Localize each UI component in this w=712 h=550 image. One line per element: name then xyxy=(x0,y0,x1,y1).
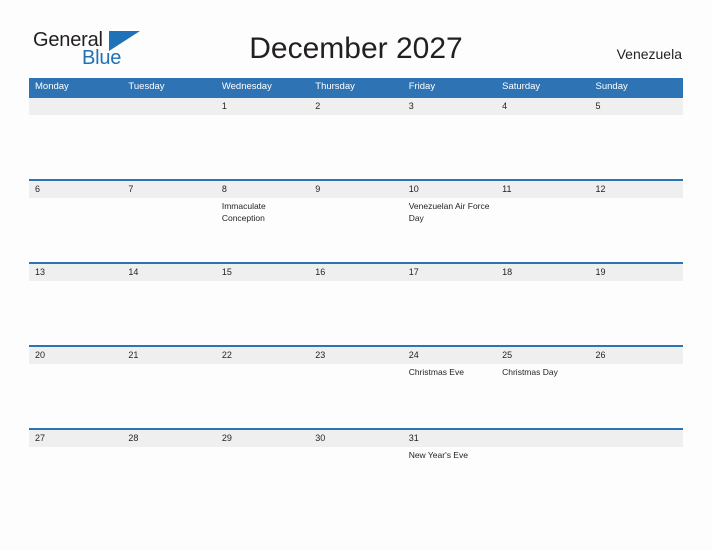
calendar-page: General Blue December 2027 Venezuela Mon… xyxy=(0,0,712,550)
day-number[interactable]: 25 xyxy=(496,347,589,364)
week-row: 20 21 22 23 24 25 26 Christmas Eve Chris… xyxy=(29,345,683,428)
day-event xyxy=(122,447,215,511)
week-event-band: Immaculate Conception Venezuelan Air For… xyxy=(29,198,683,262)
week-row: 13 14 15 16 17 18 19 xyxy=(29,262,683,345)
weekday-wednesday: Wednesday xyxy=(221,81,272,92)
day-event xyxy=(309,115,402,179)
day-number[interactable]: 17 xyxy=(403,264,496,281)
day-event xyxy=(309,364,402,428)
day-event xyxy=(403,115,496,179)
day-event xyxy=(496,447,589,511)
day-event xyxy=(496,115,589,179)
day-event xyxy=(122,364,215,428)
day-number[interactable]: 6 xyxy=(29,181,122,198)
day-event xyxy=(496,281,589,345)
day-number[interactable] xyxy=(496,430,589,447)
day-number[interactable]: 16 xyxy=(309,264,402,281)
week-event-band xyxy=(29,281,683,345)
day-number[interactable]: 8 xyxy=(216,181,309,198)
day-event xyxy=(403,281,496,345)
calendar-table: Monday Tuesday Wednesday Thursday Friday… xyxy=(29,78,683,511)
day-number[interactable]: 22 xyxy=(216,347,309,364)
day-event: New Year's Eve xyxy=(408,450,468,460)
day-number[interactable]: 19 xyxy=(590,264,683,281)
day-event xyxy=(29,115,122,179)
day-event xyxy=(590,364,683,428)
week-date-band: 20 21 22 23 24 25 26 xyxy=(29,347,683,364)
day-number[interactable]: 15 xyxy=(216,264,309,281)
day-number[interactable]: 31 xyxy=(403,430,496,447)
week-event-band: New Year's Eve xyxy=(29,447,683,511)
weekday-thursday: Thursday xyxy=(315,81,355,92)
week-event-band: Christmas Eve Christmas Day xyxy=(29,364,683,428)
day-event: Christmas Day xyxy=(502,367,558,377)
weekday-tuesday: Tuesday xyxy=(128,81,165,92)
week-row: 6 7 8 9 10 11 12 Immaculate Conception V… xyxy=(29,179,683,262)
day-number[interactable]: 2 xyxy=(309,98,402,115)
day-event xyxy=(29,447,122,511)
week-row: 1 2 3 4 5 xyxy=(29,96,683,179)
day-event xyxy=(590,115,683,179)
day-number[interactable]: 4 xyxy=(496,98,589,115)
day-event xyxy=(590,447,683,511)
day-number[interactable]: 20 xyxy=(29,347,122,364)
day-number[interactable]: 1 xyxy=(216,98,309,115)
weekday-friday: Friday xyxy=(408,81,436,92)
day-event xyxy=(309,198,402,262)
day-event xyxy=(122,281,215,345)
week-date-band: 13 14 15 16 17 18 19 xyxy=(29,264,683,281)
day-event xyxy=(590,281,683,345)
day-event xyxy=(496,198,589,262)
day-event: Venezuelan Air Force Day xyxy=(408,201,490,223)
day-number[interactable]: 28 xyxy=(122,430,215,447)
day-number[interactable] xyxy=(122,98,215,115)
day-number[interactable]: 5 xyxy=(590,98,683,115)
weekday-sunday: Sunday xyxy=(595,81,628,92)
day-event xyxy=(309,447,402,511)
day-number[interactable]: 14 xyxy=(122,264,215,281)
day-event xyxy=(590,198,683,262)
day-number[interactable]: 12 xyxy=(590,181,683,198)
day-event xyxy=(309,281,402,345)
day-number[interactable]: 30 xyxy=(309,430,402,447)
day-event xyxy=(216,115,309,179)
day-event xyxy=(216,447,309,511)
day-number[interactable]: 18 xyxy=(496,264,589,281)
weekday-saturday: Saturday xyxy=(502,81,541,92)
day-number[interactable]: 27 xyxy=(29,430,122,447)
week-date-band: 6 7 8 9 10 11 12 xyxy=(29,181,683,198)
day-number[interactable]: 9 xyxy=(309,181,402,198)
day-event xyxy=(29,198,122,262)
weekday-header-row: Monday Tuesday Wednesday Thursday Friday… xyxy=(29,78,683,96)
day-event xyxy=(216,281,309,345)
weekday-monday: Monday xyxy=(35,81,69,92)
week-date-band: 27 28 29 30 31 xyxy=(29,430,683,447)
day-number[interactable]: 13 xyxy=(29,264,122,281)
week-date-band: 1 2 3 4 5 xyxy=(29,98,683,115)
day-event xyxy=(29,364,122,428)
week-event-band xyxy=(29,115,683,179)
day-number[interactable]: 3 xyxy=(403,98,496,115)
day-event xyxy=(29,281,122,345)
day-number[interactable]: 29 xyxy=(216,430,309,447)
page-title: December 2027 xyxy=(249,32,463,65)
page-header: General Blue December 2027 Venezuela xyxy=(0,0,712,69)
day-number[interactable] xyxy=(29,98,122,115)
day-event: Christmas Eve xyxy=(408,367,464,377)
day-number[interactable] xyxy=(590,430,683,447)
week-row: 27 28 29 30 31 New Year's Eve xyxy=(29,428,683,511)
day-event xyxy=(122,115,215,179)
day-event xyxy=(122,198,215,262)
day-number[interactable]: 11 xyxy=(496,181,589,198)
region-label: Venezuela xyxy=(616,46,682,62)
day-number[interactable]: 23 xyxy=(309,347,402,364)
day-event xyxy=(216,364,309,428)
day-event: Immaculate Conception xyxy=(221,201,266,223)
day-number[interactable]: 21 xyxy=(122,347,215,364)
day-number[interactable]: 26 xyxy=(590,347,683,364)
day-number[interactable]: 24 xyxy=(403,347,496,364)
day-number[interactable]: 10 xyxy=(403,181,496,198)
day-number[interactable]: 7 xyxy=(122,181,215,198)
